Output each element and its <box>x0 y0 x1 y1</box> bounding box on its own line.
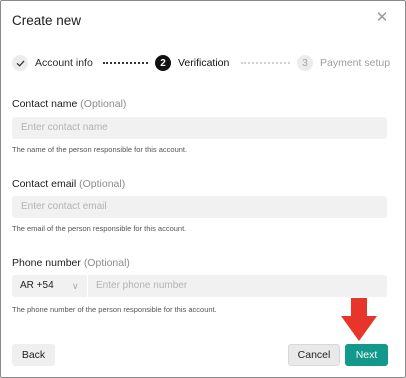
optional-tag: (Optional) <box>79 178 126 190</box>
step-label: Verification <box>178 57 230 69</box>
next-button[interactable]: Next <box>345 344 388 366</box>
phone-number-label: Phone number (Optional) <box>12 257 130 269</box>
close-icon[interactable]: ✕ <box>375 10 389 25</box>
step-label: Account info <box>35 57 93 69</box>
contact-name-input[interactable] <box>12 117 387 139</box>
phone-number-help: The phone number of the person responsib… <box>12 305 217 314</box>
step-number: 3 <box>297 55 313 71</box>
step-account-info: Account info <box>12 54 93 72</box>
field-label: Contact name <box>12 98 78 110</box>
contact-name-label: Contact name (Optional) <box>12 98 126 110</box>
country-code-select[interactable]: AR +54 ∨ <box>12 275 87 297</box>
step-connector <box>103 62 148 64</box>
field-label: Phone number <box>12 257 81 269</box>
phone-number-input[interactable] <box>88 275 387 297</box>
step-verification: 2 Verification <box>155 54 229 72</box>
optional-tag: (Optional) <box>83 257 130 269</box>
step-label: Payment setup <box>320 57 391 69</box>
contact-email-label: Contact email (Optional) <box>12 178 125 190</box>
back-button[interactable]: Back <box>12 344 55 366</box>
step-number: 2 <box>155 55 171 71</box>
step-payment-setup: 3 Payment setup <box>297 54 390 72</box>
country-code-value: AR +54 <box>20 280 54 291</box>
cancel-button[interactable]: Cancel <box>288 344 340 366</box>
optional-tag: (Optional) <box>80 98 127 110</box>
dialog-title: Create new <box>12 13 82 28</box>
contact-email-help: The email of the person responsible for … <box>12 224 187 233</box>
chevron-down-icon: ∨ <box>72 281 79 291</box>
field-label: Contact email <box>12 178 77 190</box>
check-icon <box>12 55 28 71</box>
step-connector <box>241 62 290 64</box>
contact-name-help: The name of the person responsible for t… <box>12 145 188 154</box>
contact-email-input[interactable] <box>12 196 387 218</box>
arrow-down-icon <box>341 298 377 341</box>
